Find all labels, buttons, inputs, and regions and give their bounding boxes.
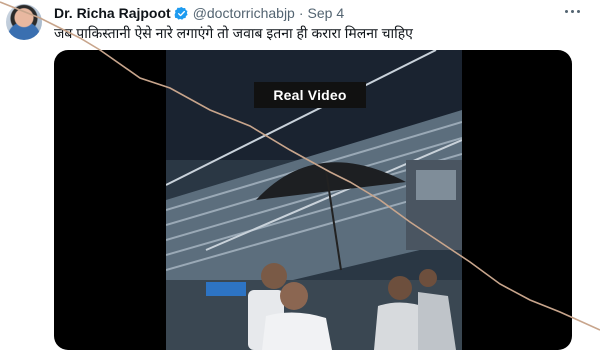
user-handle[interactable]: @doctorrichabjp (193, 5, 295, 21)
tweet-text: जब पाकिस्तानी ऐसे नारे लगाएंगे तो जवाब इ… (54, 25, 413, 41)
tweet-header: Dr. Richa Rajpoot @doctorrichabjp · Sep … (54, 4, 344, 22)
separator-dot: · (298, 5, 304, 21)
video-overlay-label: Real Video (254, 82, 366, 108)
avatar[interactable] (6, 4, 42, 40)
tweet-media[interactable]: Real Video (54, 50, 572, 350)
verified-badge-icon (174, 6, 188, 20)
tweet[interactable]: Dr. Richa Rajpoot @doctorrichabjp · Sep … (0, 0, 600, 350)
tweet-date[interactable]: Sep 4 (308, 5, 345, 21)
more-options-icon[interactable] (562, 2, 582, 20)
display-name[interactable]: Dr. Richa Rajpoot (54, 5, 171, 21)
